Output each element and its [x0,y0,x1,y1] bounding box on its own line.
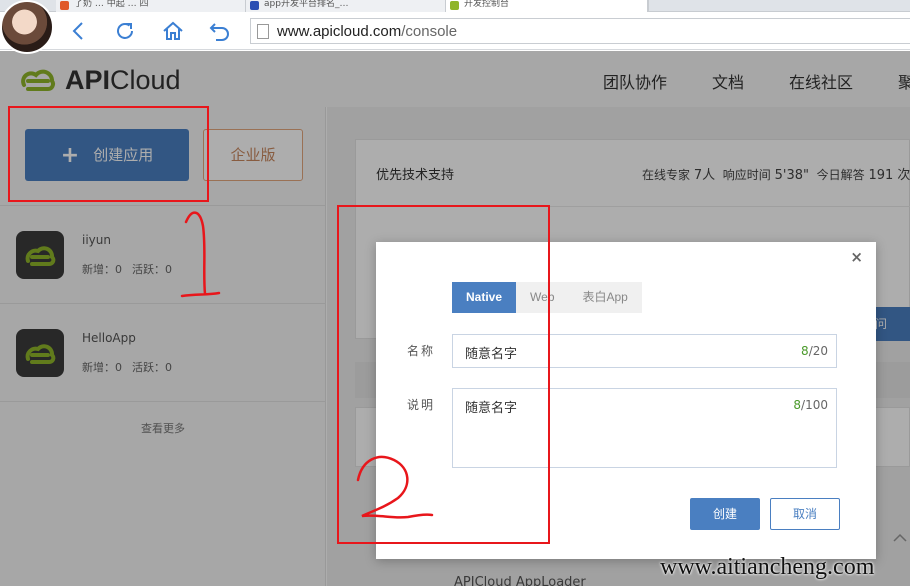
browser-tab-3[interactable]: 开发控制台 [446,0,648,12]
user-avatar[interactable] [0,0,54,54]
browser-navbar: www.apicloud.com/console [0,0,910,54]
page-icon [257,24,269,39]
browser-tab-1[interactable]: 了奶 … 中起 … 四 [56,0,246,12]
address-bar[interactable]: www.apicloud.com/console [250,18,910,44]
tab-favicon-icon [450,1,459,10]
browser-tab-strip: 了奶 … 中起 … 四 app开发平台排名_… 开发控制台 [0,0,910,12]
tab-favicon-icon [60,1,69,10]
name-char-count: 8/20 [801,344,828,358]
browser-tab-2[interactable]: app开发平台排名_… [246,0,446,12]
watermark-text: www.aitiancheng.com [660,554,875,580]
address-url[interactable]: www.apicloud.com/console [277,23,457,40]
tab-label: 开发控制台 [464,0,510,9]
refresh-icon[interactable] [112,18,138,44]
create-button[interactable]: 创建 [690,498,760,530]
tab-biaobai-app[interactable]: 表白App [569,282,642,313]
back-icon[interactable] [66,18,92,44]
tab-label: app开发平台排名_… [264,0,349,9]
close-icon[interactable]: × [850,248,863,266]
annotation-box-2 [337,205,550,544]
description-char-count: 8/100 [793,398,828,412]
annotation-box-1 [8,106,209,202]
cancel-button[interactable]: 取消 [770,498,840,530]
tab-favicon-icon [250,1,259,10]
chevron-up-icon[interactable] [890,528,910,548]
home-icon[interactable] [160,18,186,44]
new-tab-button[interactable] [648,0,666,12]
undo-close-tab-icon[interactable] [207,18,233,44]
tab-label: 了奶 … 中起 … 四 [74,0,149,9]
